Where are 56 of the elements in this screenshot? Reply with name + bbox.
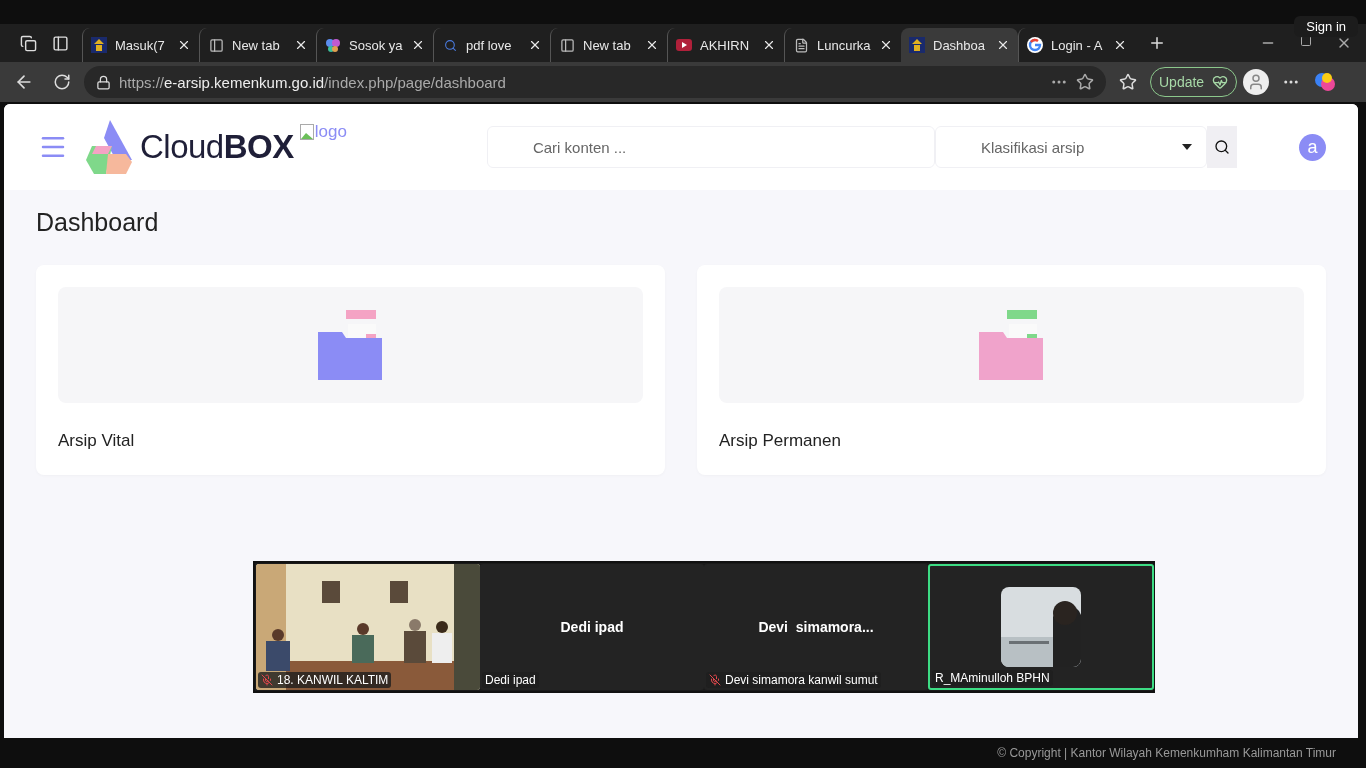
search-icon	[442, 37, 458, 53]
close-icon[interactable]	[528, 38, 542, 52]
sign-in-tooltip: Sign in	[1294, 16, 1358, 37]
copilot-icon[interactable]	[1313, 70, 1338, 94]
participant-label: Dedi ipad	[482, 672, 539, 688]
muted-mic-icon	[709, 674, 721, 686]
close-icon[interactable]	[177, 38, 191, 52]
folder-icon	[978, 310, 1045, 380]
close-icon[interactable]	[294, 38, 308, 52]
lock-icon	[96, 74, 111, 90]
broken-logo-image: logo	[299, 122, 347, 142]
new-tab-icon[interactable]	[1148, 34, 1166, 52]
star-icon[interactable]	[1076, 73, 1094, 91]
emblem-icon	[91, 37, 107, 53]
close-icon[interactable]	[1113, 38, 1127, 52]
new-tab-icon	[559, 37, 575, 53]
play-icon	[676, 37, 692, 53]
copyright-text: © Copyright | Kantor Wilayah Kemenkumham Kalimantan Timur	[996, 745, 1337, 762]
participant-tile[interactable]: Dedi ipad Dedi ipad	[480, 564, 704, 690]
profile-icon[interactable]	[1243, 69, 1270, 95]
classification-dropdown[interactable]: Klasifikasi arsip	[934, 126, 1207, 168]
participant-tile[interactable]: 18. KANWIL KALTIM	[256, 564, 480, 690]
page-title: Dashboard	[36, 208, 160, 237]
search-field[interactable]: Cari konten ...	[486, 126, 935, 168]
cloudbox-logo	[86, 120, 134, 174]
archive-card[interactable]: Arsip Permanen	[697, 265, 1326, 475]
muted-mic-icon	[261, 674, 273, 686]
brand-name: CloudBOX	[140, 128, 294, 166]
google-icon	[1027, 37, 1043, 53]
close-icon[interactable]	[645, 38, 659, 52]
document-icon	[793, 37, 809, 53]
archive-card[interactable]: Arsip Vital	[36, 265, 665, 475]
new-tab-icon	[208, 37, 224, 53]
participant-label: 18. KANWIL KALTIM	[258, 672, 392, 688]
restore-icon[interactable]	[1300, 35, 1312, 47]
close-icon[interactable]	[879, 38, 893, 52]
heart-pulse-icon	[1212, 74, 1229, 90]
participant-name: Dedi ipad	[560, 619, 624, 635]
participant-label: Devi simamora kanwil sumut	[706, 672, 881, 688]
close-icon[interactable]	[996, 38, 1010, 52]
card-title: Arsip Vital	[58, 431, 136, 451]
caret-icon	[1181, 144, 1192, 150]
participant-tile[interactable]: R_MAminulloh BPHN	[928, 564, 1154, 690]
card-title: Arsip Permanen	[719, 431, 842, 451]
search-button[interactable]	[1206, 126, 1237, 168]
participant-tile[interactable]: Devi simamora... Devi simamora kanwil sumut	[704, 564, 928, 690]
participant-label: R_MAminulloh BPHN	[932, 670, 1053, 686]
search-icon	[1213, 139, 1230, 155]
close-icon[interactable]	[411, 38, 425, 52]
butterfly-icon	[325, 37, 341, 53]
close-icon[interactable]	[762, 38, 776, 52]
browser-tab[interactable]: Dashboa	[901, 28, 1018, 62]
folder-icon	[317, 310, 384, 380]
address-bar[interactable]: https://e-arsip.kemenkum.go.id/index.php/page/dashboard	[84, 66, 1106, 98]
emblem-icon	[909, 37, 925, 53]
participant-name: Devi simamora...	[758, 619, 874, 635]
